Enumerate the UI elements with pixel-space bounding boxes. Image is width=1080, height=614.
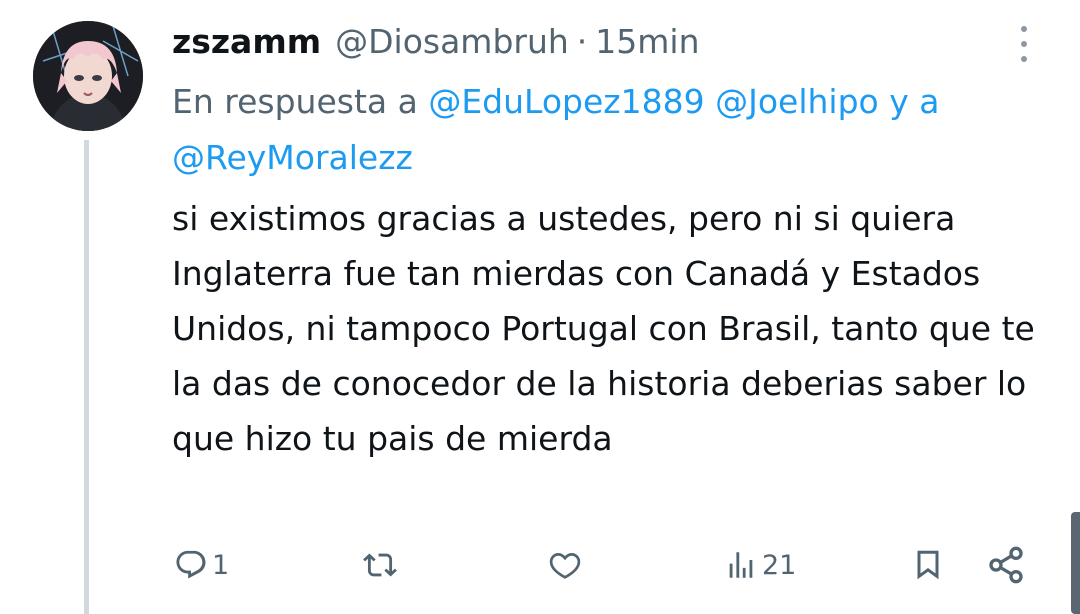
bookmark-icon: [917, 550, 939, 580]
mention-link[interactable]: @ReyMoralezz: [172, 138, 413, 177]
user-handle[interactable]: @Diosambruh: [335, 22, 569, 61]
mention-link[interactable]: @Joelhipo: [715, 82, 879, 121]
reply-button[interactable]: 1: [174, 540, 229, 590]
reply-icon: [176, 550, 206, 579]
avatar[interactable]: [33, 21, 143, 131]
reply-context: En respuesta a @EduLopez1889 @Joelhipo y…: [172, 74, 1052, 186]
more-vertical-icon-dot: [1021, 56, 1027, 62]
more-vertical-icon-dot: [1021, 41, 1027, 47]
separator-dot: ·: [576, 21, 588, 61]
views-count: 21: [762, 549, 797, 581]
display-name[interactable]: zszamm: [172, 22, 321, 61]
reply-joiner[interactable]: y a: [889, 82, 939, 121]
scrollbar[interactable]: [1071, 512, 1080, 614]
retweet-button[interactable]: [360, 540, 404, 590]
mention-link[interactable]: @EduLopez1889: [428, 82, 704, 121]
share-icon: [989, 546, 1023, 584]
more-options-button[interactable]: [1006, 22, 1042, 66]
share-button[interactable]: [986, 540, 1026, 590]
reply-count: 1: [212, 549, 230, 581]
timestamp[interactable]: 15min: [595, 22, 699, 61]
avatar-image: [33, 21, 143, 131]
views-button[interactable]: 21: [724, 540, 796, 590]
more-vertical-icon: [1021, 26, 1027, 32]
retweet-icon: [363, 553, 397, 577]
bookmark-button[interactable]: [910, 540, 946, 590]
views-icon: [729, 552, 753, 578]
like-icon: [549, 553, 581, 579]
action-bar: 1 21: [0, 540, 1080, 590]
tweet-header: zszamm @Diosambruh · 15min: [172, 17, 700, 65]
reply-prefix: En respuesta a: [172, 82, 418, 121]
like-button[interactable]: [546, 540, 588, 590]
tweet-text: si existimos gracias a ustedes, pero ni …: [172, 199, 1035, 458]
